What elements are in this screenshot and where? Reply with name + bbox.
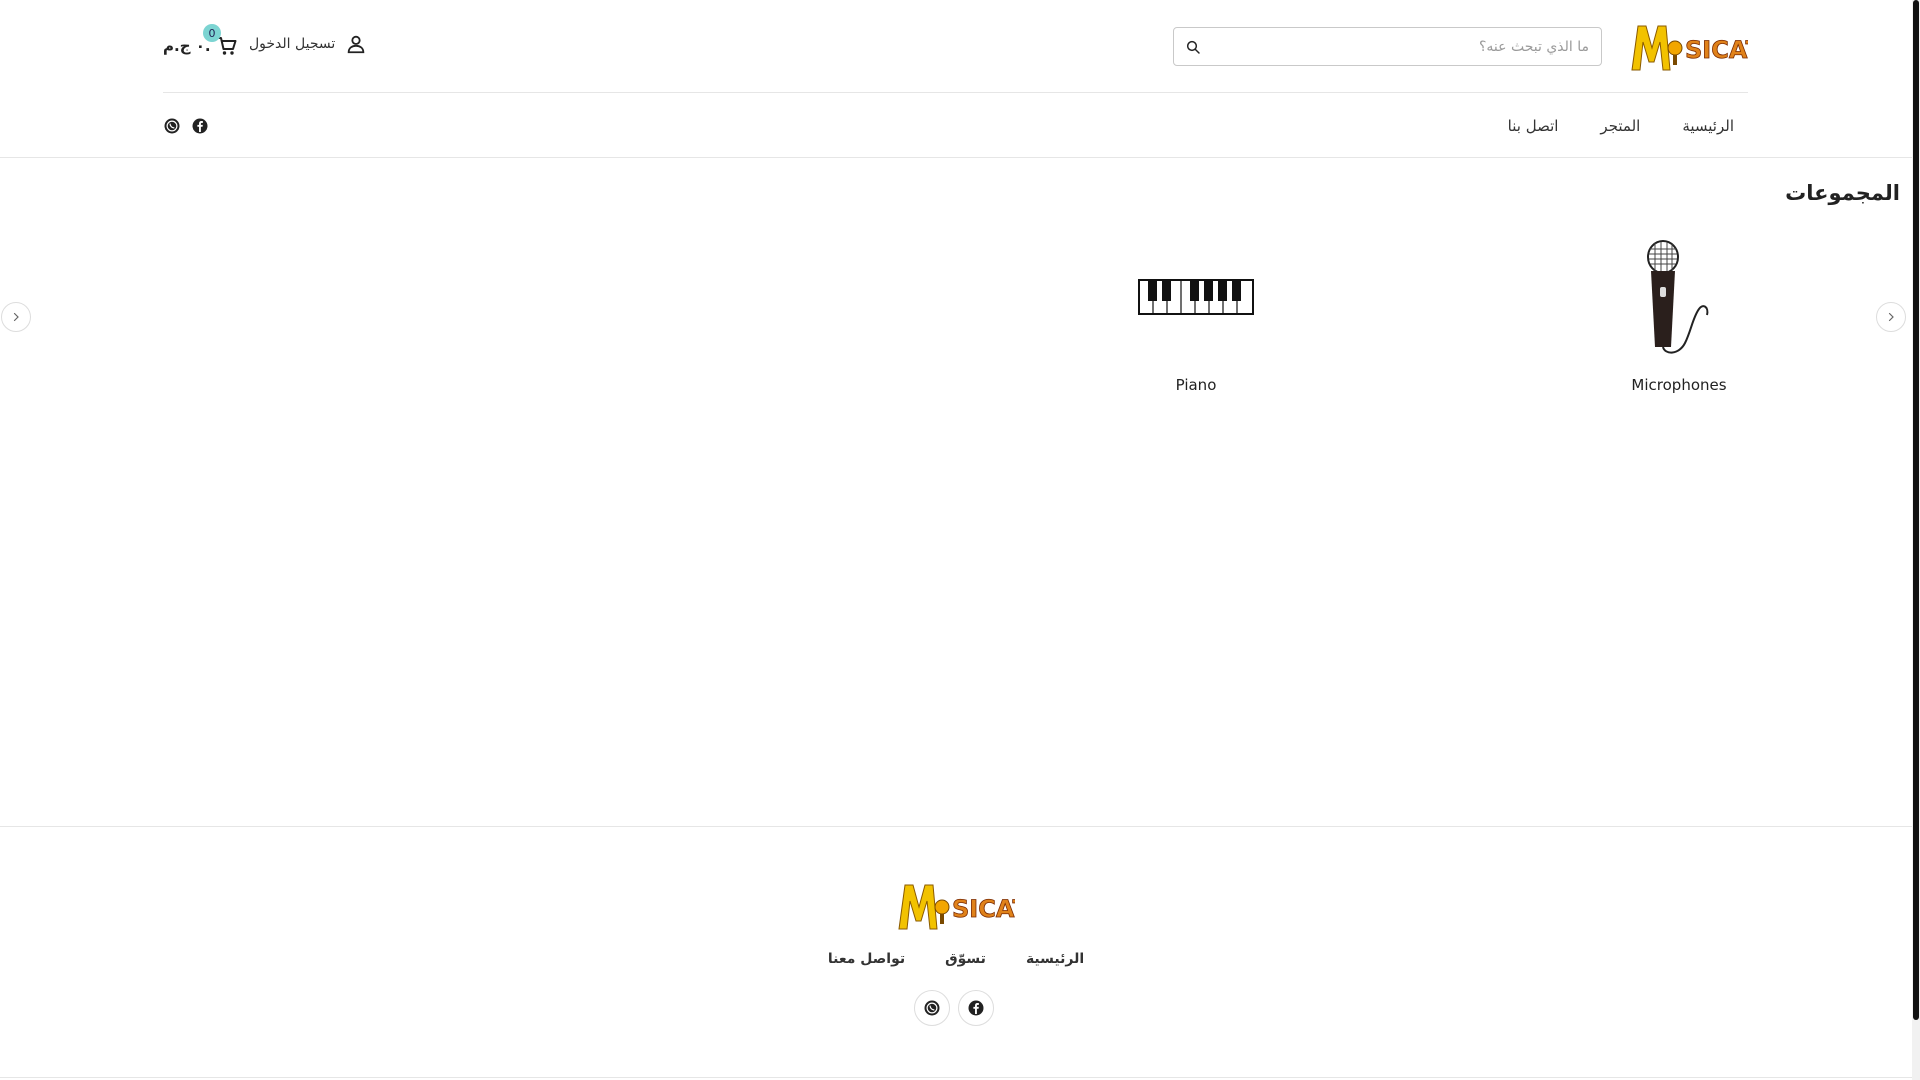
carousel-prev-button[interactable]	[1876, 302, 1906, 332]
nav-divider	[0, 157, 1912, 158]
cart-button[interactable]: 0	[203, 24, 241, 60]
main-nav: الرئيسية المتجر اتصل بنا	[163, 94, 1748, 157]
scrollbar-thumb[interactable]	[1913, 0, 1919, 1020]
search-button[interactable]	[1174, 28, 1212, 65]
search-bar	[1173, 27, 1602, 66]
carousel-next-button[interactable]	[1, 302, 31, 332]
footer-logo[interactable]: SICAT	[897, 877, 1030, 933]
collection-card-microphones[interactable]: Microphones	[1579, 232, 1779, 402]
collection-name: Piano	[1175, 376, 1217, 394]
header-social	[163, 117, 209, 135]
chevron-right-icon	[1888, 312, 1894, 322]
svg-text:SICAT: SICAT	[952, 895, 1015, 923]
footer-links: الرئيسية تسوّق تواصل معنا	[0, 951, 1912, 967]
nav-home[interactable]: الرئيسية	[1682, 117, 1734, 135]
footer-link-shop[interactable]: تسوّق	[945, 951, 986, 967]
collections-title: المجموعات	[1785, 181, 1900, 205]
collection-image	[1579, 232, 1779, 362]
facebook-icon[interactable]	[191, 117, 209, 135]
footer-divider	[0, 1077, 1912, 1078]
footer-link-home[interactable]: الرئيسية	[1026, 951, 1084, 967]
account-label: تسجيل الدخول	[249, 36, 336, 52]
footer-whatsapp-button[interactable]	[914, 990, 950, 1026]
musicat-logo-icon: SICAT	[898, 884, 1030, 930]
whatsapp-icon[interactable]	[163, 117, 181, 135]
collection-image	[1096, 232, 1296, 362]
user-icon	[348, 35, 365, 54]
chevron-left-icon	[13, 312, 19, 322]
musicat-logo-icon: SICAT	[1631, 25, 1763, 71]
footer: SICAT الرئيسية تسوّق تواصل معنا	[0, 826, 1912, 1078]
collection-card-piano[interactable]: Piano	[1096, 232, 1296, 402]
footer-social	[914, 990, 994, 1026]
search-input[interactable]	[1212, 28, 1601, 65]
nav-store[interactable]: المتجر	[1600, 117, 1640, 135]
header-top: SICAT تسجيل الدخول 0 ٠ ج.م.	[163, 0, 1763, 93]
svg-text:SICAT: SICAT	[1685, 36, 1748, 64]
cart-total: ٠ ج.م.	[163, 37, 211, 55]
footer-facebook-button[interactable]	[958, 990, 994, 1026]
nav-contact[interactable]: اتصل بنا	[1508, 117, 1559, 135]
facebook-icon	[968, 1000, 984, 1016]
page-scrollbar[interactable]	[1912, 0, 1920, 1080]
search-icon	[1186, 40, 1200, 54]
microphone-icon	[1647, 240, 1709, 354]
piano-keys-icon	[1138, 279, 1254, 315]
whatsapp-icon	[924, 1000, 940, 1016]
collection-name: Microphones	[1631, 376, 1727, 394]
nav-links: الرئيسية المتجر اتصل بنا	[1508, 94, 1734, 157]
logo[interactable]: SICAT	[1630, 18, 1763, 74]
account-link[interactable]: تسجيل الدخول	[249, 33, 367, 55]
footer-link-contact[interactable]: تواصل معنا	[828, 951, 905, 967]
